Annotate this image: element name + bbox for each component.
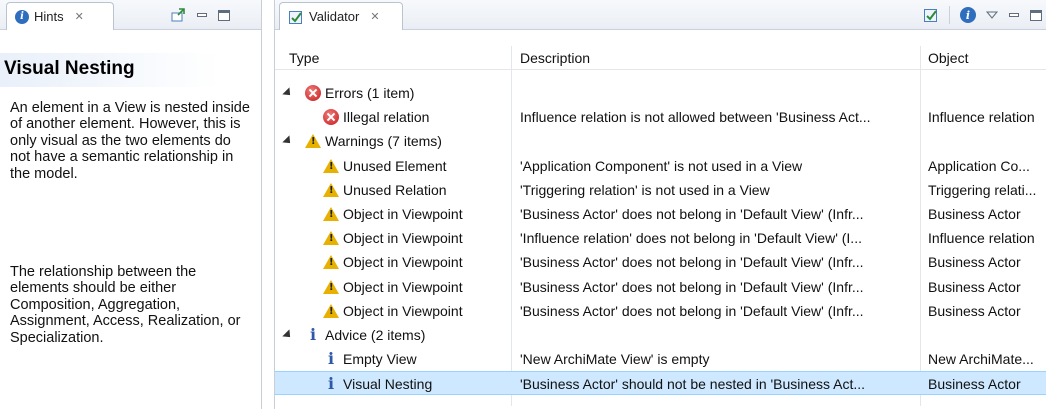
table-row[interactable]: Object in Viewpoint 'Business Actor' does… bbox=[275, 275, 1046, 299]
column-header-object[interactable]: Object bbox=[928, 50, 968, 66]
validator-tabbar: Validator ✕ i bbox=[275, 0, 1046, 30]
table-row[interactable]: Unused Relation 'Triggering relation' is … bbox=[275, 178, 1046, 202]
cell-object: Triggering relati... bbox=[928, 181, 1037, 198]
cell-description bbox=[520, 129, 918, 153]
maximize-icon[interactable] bbox=[218, 9, 230, 21]
validate-icon[interactable] bbox=[923, 7, 939, 23]
tab-hints[interactable]: i Hints ✕ bbox=[6, 2, 114, 30]
cell-object: Business Actor bbox=[928, 376, 1021, 393]
table-row[interactable]: Object in Viewpoint 'Influence relation' … bbox=[275, 226, 1046, 250]
cell-type: Object in Viewpoint bbox=[343, 278, 463, 295]
table-row[interactable]: Illegal relation Influence relation is no… bbox=[275, 105, 1046, 129]
cell-object: Application Co... bbox=[928, 157, 1030, 174]
cell-description: 'Business Actor' does not belong in 'Def… bbox=[520, 302, 864, 319]
cell-object: Business Actor bbox=[928, 206, 1021, 222]
cell-description: 'Business Actor' does not belong in 'Def… bbox=[520, 278, 864, 295]
warning-icon bbox=[305, 133, 321, 149]
cell-description bbox=[520, 81, 918, 105]
cell-description: 'Business Actor' should not be nested in… bbox=[520, 376, 865, 393]
cell-description: 'Influence relation' does not belong in … bbox=[520, 230, 862, 247]
close-icon[interactable]: ✕ bbox=[370, 10, 379, 23]
cell-description: 'New ArchiMate View' is empty bbox=[520, 351, 710, 368]
pin-icon[interactable] bbox=[170, 7, 186, 23]
cell-object bbox=[928, 129, 1045, 153]
error-icon bbox=[323, 109, 339, 126]
cell-type: Visual Nesting bbox=[343, 376, 433, 393]
minimize-icon[interactable] bbox=[196, 10, 208, 20]
column-header-type[interactable]: Type bbox=[289, 50, 319, 66]
cell-object: Business Actor bbox=[928, 254, 1021, 271]
validator-icon bbox=[289, 10, 302, 24]
cell-object bbox=[928, 81, 1045, 105]
warning-icon bbox=[323, 254, 339, 270]
hints-view-buttons bbox=[170, 0, 230, 30]
maximize-icon[interactable] bbox=[1030, 9, 1042, 21]
cell-description bbox=[520, 323, 918, 347]
info-icon[interactable]: i bbox=[960, 7, 976, 23]
table-group-row[interactable]: Errors (1 item) bbox=[275, 81, 1046, 105]
table-row[interactable]: Unused Element 'Application Component' is… bbox=[275, 154, 1046, 178]
cell-object: Influence relation bbox=[928, 230, 1035, 247]
hint-paragraph-1: An element in a View is nested inside of… bbox=[10, 100, 250, 182]
validator-view: Validator ✕ i Type Description Object Er… bbox=[274, 0, 1046, 409]
cell-type: Object in Viewpoint bbox=[343, 206, 463, 222]
cell-type: Unused Element bbox=[343, 157, 447, 174]
cell-type: Object in Viewpoint bbox=[343, 254, 463, 271]
info-icon: i bbox=[327, 349, 335, 369]
warning-icon bbox=[323, 230, 339, 246]
table-group-row[interactable]: Warnings (7 items) bbox=[275, 129, 1046, 153]
cell-type: Warnings (7 items) bbox=[325, 133, 442, 150]
table-row[interactable]: Object in Viewpoint 'Business Actor' does… bbox=[275, 299, 1046, 323]
column-header-description[interactable]: Description bbox=[520, 50, 590, 66]
close-icon[interactable]: ✕ bbox=[75, 10, 84, 23]
cell-type: Advice (2 items) bbox=[325, 327, 426, 343]
cell-type: Object in Viewpoint bbox=[343, 302, 463, 319]
expand-toggle-icon[interactable] bbox=[282, 329, 294, 341]
info-icon: i bbox=[309, 325, 317, 344]
cell-object: New ArchiMate... bbox=[928, 351, 1034, 368]
cell-type: Object in Viewpoint bbox=[343, 230, 463, 247]
cell-object: Business Actor bbox=[928, 302, 1021, 319]
cell-object bbox=[928, 323, 1045, 347]
warning-icon bbox=[323, 303, 339, 319]
expand-toggle-icon[interactable] bbox=[282, 87, 294, 99]
cell-object: Influence relation bbox=[928, 109, 1035, 126]
table-row[interactable]: Object in Viewpoint 'Business Actor' does… bbox=[275, 202, 1046, 226]
cell-description: Influence relation is not allowed betwee… bbox=[520, 109, 871, 126]
tab-hints-label: Hints bbox=[34, 9, 64, 24]
cell-type: Empty View bbox=[343, 351, 417, 368]
cell-description: 'Business Actor' does not belong in 'Def… bbox=[520, 254, 864, 271]
error-icon bbox=[305, 85, 321, 101]
cell-type: Unused Relation bbox=[343, 181, 447, 198]
view-menu-icon[interactable] bbox=[986, 10, 998, 20]
hint-paragraph-2: The relationship between the elements sh… bbox=[10, 264, 241, 346]
warning-icon bbox=[323, 182, 339, 198]
table-row[interactable]: Object in Viewpoint 'Business Actor' does… bbox=[275, 250, 1046, 274]
warning-icon bbox=[323, 279, 339, 295]
toolbar-separator bbox=[949, 6, 950, 24]
tab-validator-label: Validator bbox=[309, 9, 360, 24]
validator-view-buttons: i bbox=[923, 0, 1042, 30]
table-group-row[interactable]: i Advice (2 items) bbox=[275, 323, 1046, 347]
hint-title: Visual Nesting bbox=[4, 58, 135, 79]
tab-validator[interactable]: Validator ✕ bbox=[279, 2, 403, 30]
cell-type: Errors (1 item) bbox=[325, 85, 415, 101]
cell-type: Illegal relation bbox=[343, 109, 430, 126]
minimize-icon[interactable] bbox=[1008, 10, 1020, 20]
cell-object: Business Actor bbox=[928, 278, 1021, 295]
cell-description: 'Business Actor' does not belong in 'Def… bbox=[520, 206, 864, 222]
warning-icon bbox=[323, 206, 339, 222]
info-icon: i bbox=[327, 374, 335, 394]
table-row[interactable]: i Empty View 'New ArchiMate View' is empty… bbox=[275, 347, 1046, 371]
info-icon: i bbox=[15, 9, 29, 24]
warning-icon bbox=[323, 158, 339, 174]
cell-description: 'Application Component' is not used in a… bbox=[520, 157, 803, 174]
expand-toggle-icon[interactable] bbox=[282, 135, 294, 148]
table-row[interactable]: i Visual Nesting 'Business Actor' should n… bbox=[275, 371, 1046, 396]
hints-tabbar: i Hints ✕ bbox=[0, 0, 261, 30]
cell-description: 'Triggering relation' is not used in a V… bbox=[520, 181, 770, 198]
hints-view: i Hints ✕ Visual Nesting An element in a… bbox=[0, 0, 262, 409]
